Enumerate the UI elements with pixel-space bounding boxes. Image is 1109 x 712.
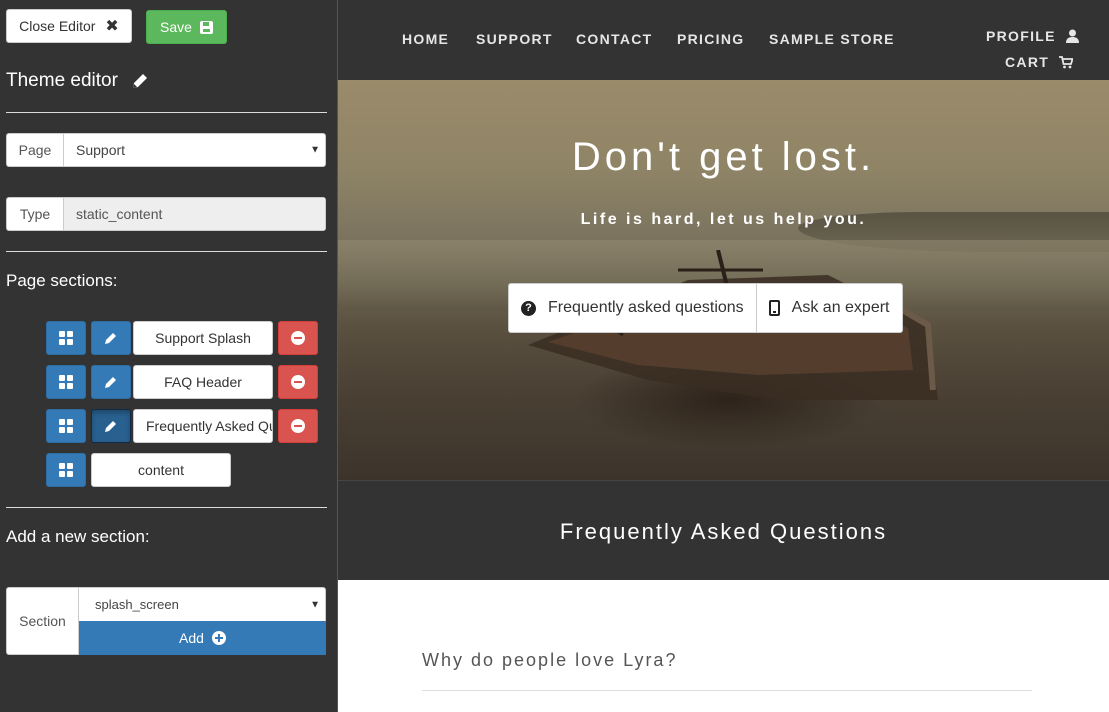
section-type-select-value: splash_screen (95, 597, 179, 612)
section-remove-button[interactable] (278, 321, 318, 355)
minus-circle-icon (291, 419, 305, 433)
faq-header-band: Frequently Asked Questions (338, 480, 1109, 580)
nav-item-sample-store[interactable]: SAMPLE STORE (769, 31, 895, 47)
grid-icon (59, 375, 73, 389)
divider (6, 112, 327, 113)
section-layout-button[interactable] (46, 365, 86, 399)
caret-down-icon: ▼ (310, 599, 320, 610)
save-button[interactable]: Save (146, 10, 227, 44)
theme-editor-panel: Close Editor ✖ Save Theme editor Page Su… (0, 0, 337, 712)
floppy-disk-icon (199, 20, 213, 34)
top-navbar: HOME SUPPORT CONTACT PRICING SAMPLE STOR… (338, 0, 1109, 80)
divider (6, 251, 327, 252)
ask-expert-button[interactable]: Ask an expert (755, 284, 902, 332)
section-layout-button[interactable] (46, 321, 86, 355)
section-remove-button[interactable] (278, 409, 318, 443)
nav-item-home[interactable]: HOME (402, 31, 449, 47)
pencil-icon (105, 421, 116, 432)
section-name-frequently-asked[interactable]: Frequently Asked Qu (133, 409, 273, 443)
nav-item-pricing[interactable]: PRICING (677, 31, 744, 47)
section-layout-button[interactable] (46, 453, 86, 487)
page-select-value[interactable]: Support ▼ (64, 134, 325, 166)
close-editor-button[interactable]: Close Editor ✖ (6, 9, 132, 43)
nav-profile-label: PROFILE (986, 28, 1056, 44)
theme-editor-title: Theme editor (6, 70, 150, 92)
user-icon (1065, 29, 1079, 43)
section-remove-button[interactable] (278, 365, 318, 399)
add-section-form: Section splash_screen ▼ Add (6, 587, 326, 655)
hero-button-group: ? Frequently asked questions Ask an expe… (508, 283, 903, 333)
question-circle-icon: ? (521, 300, 536, 316)
ask-expert-label: Ask an expert (791, 299, 890, 316)
faq-button[interactable]: ? Frequently asked questions (509, 284, 756, 332)
nav-item-support[interactable]: SUPPORT (476, 31, 553, 47)
nav-cart-label: CART (1005, 54, 1050, 70)
close-icon: ✖ (105, 18, 119, 35)
grid-icon (59, 419, 73, 433)
faq-divider (422, 690, 1032, 691)
page-select-value-text: Support (76, 142, 126, 158)
save-label: Save (160, 19, 192, 35)
section-edit-button-active[interactable] (91, 409, 131, 443)
faq-question-item[interactable]: Why do people love Lyra? (422, 650, 677, 671)
grid-icon (59, 463, 73, 477)
site-preview: HOME SUPPORT CONTACT PRICING SAMPLE STOR… (338, 0, 1109, 712)
nav-item-contact[interactable]: CONTACT (576, 31, 653, 47)
theme-editor-title-text: Theme editor (6, 70, 118, 91)
page-sections-heading: Page sections: (6, 271, 118, 290)
divider (6, 507, 327, 508)
section-name-faq-header[interactable]: FAQ Header (133, 365, 273, 399)
hero-subtitle: Life is hard, let us help you. (580, 211, 867, 228)
pencil-icon (105, 333, 116, 344)
pencil-icon (132, 74, 147, 88)
plus-circle-icon (211, 631, 226, 645)
faq-section-title: Frequently Asked Questions (559, 519, 888, 544)
mobile-phone-icon (768, 300, 780, 316)
type-field-value: static_content (64, 198, 325, 230)
section-type-select[interactable]: splash_screen ▼ (79, 588, 325, 621)
minus-circle-icon (291, 375, 305, 389)
add-section-button[interactable]: Add (79, 621, 326, 655)
page-select-label: Page (7, 134, 64, 166)
hero-splash: Don't get lost. Life is hard, let us hel… (338, 80, 1109, 480)
minus-circle-icon (291, 331, 305, 345)
add-section-label: Add (179, 630, 204, 646)
section-name-support-splash[interactable]: Support Splash (133, 321, 273, 355)
nav-cart-link[interactable]: CART (1005, 54, 1074, 70)
caret-down-icon: ▼ (310, 144, 320, 156)
page-select[interactable]: Page Support ▼ (6, 133, 326, 167)
section-layout-button[interactable] (46, 409, 86, 443)
close-editor-label: Close Editor (19, 18, 96, 34)
hero-title: Don't get lost. (571, 135, 876, 179)
pencil-icon (105, 377, 116, 388)
grid-icon (59, 331, 73, 345)
add-section-heading: Add a new section: (6, 527, 150, 546)
faq-button-label: Frequently asked questions (548, 299, 744, 316)
section-select-label: Section (7, 588, 79, 654)
cart-icon (1059, 55, 1074, 68)
section-edit-button[interactable] (91, 321, 131, 355)
nav-profile-link[interactable]: PROFILE (986, 28, 1079, 44)
section-name-content[interactable]: content (91, 453, 231, 487)
type-field: Type static_content (6, 197, 326, 231)
type-field-label: Type (7, 198, 64, 230)
section-edit-button[interactable] (91, 365, 131, 399)
